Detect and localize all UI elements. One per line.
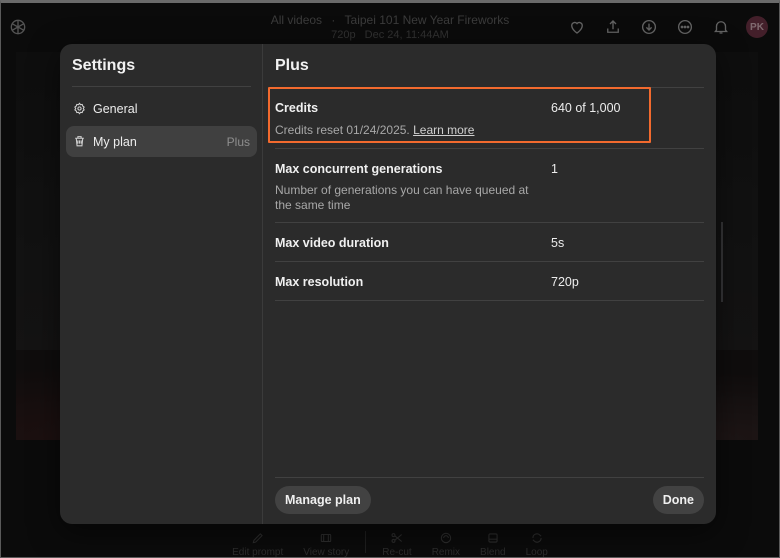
- settings-title: Settings: [72, 57, 136, 74]
- duration-value: 5s: [551, 236, 565, 250]
- sidebar-item-label: My plan: [93, 134, 137, 149]
- credits-value: 640 of 1,000: [551, 101, 621, 115]
- credits-reset-text: Credits reset 01/24/2025.: [275, 123, 410, 137]
- sidebar-item-general[interactable]: General: [66, 93, 257, 124]
- done-button[interactable]: Done: [652, 486, 704, 514]
- footer-divider: [275, 477, 704, 478]
- sidebar-item-my-plan[interactable]: My plan Plus: [66, 126, 257, 157]
- plan-panel: Plus Credits 640 of 1,000 Credits reset …: [275, 44, 705, 524]
- sidebar-item-label: General: [93, 101, 138, 116]
- plan-title: Plus: [275, 57, 309, 74]
- plan-icon: [73, 135, 86, 148]
- learn-more-link[interactable]: Learn more: [413, 123, 474, 137]
- resolution-label: Max resolution: [275, 275, 364, 289]
- credits-row: Credits 640 of 1,000 Credits reset 01/24…: [275, 87, 704, 148]
- concurrent-row: Max concurrent generations 1 Number of g…: [275, 148, 704, 223]
- duration-row: Max video duration 5s: [275, 222, 704, 261]
- credits-description: Credits reset 01/24/2025. Learn more: [275, 123, 474, 138]
- concurrent-label: Max concurrent generations: [275, 162, 443, 176]
- resolution-row: Max resolution 720p: [275, 261, 704, 301]
- duration-label: Max video duration: [275, 236, 389, 250]
- plan-badge: Plus: [226, 134, 250, 149]
- gear-icon: [73, 102, 86, 115]
- credits-label: Credits: [275, 101, 319, 115]
- concurrent-value: 1: [551, 162, 558, 176]
- settings-sidebar: Settings General My plan Plus: [60, 44, 263, 524]
- sidebar-divider: [72, 86, 251, 87]
- manage-plan-button[interactable]: Manage plan: [275, 486, 371, 514]
- settings-modal: Settings General My plan Plus Plus Credi…: [60, 44, 716, 524]
- resolution-value: 720p: [551, 275, 579, 289]
- concurrent-description: Number of generations you can have queue…: [275, 183, 529, 212]
